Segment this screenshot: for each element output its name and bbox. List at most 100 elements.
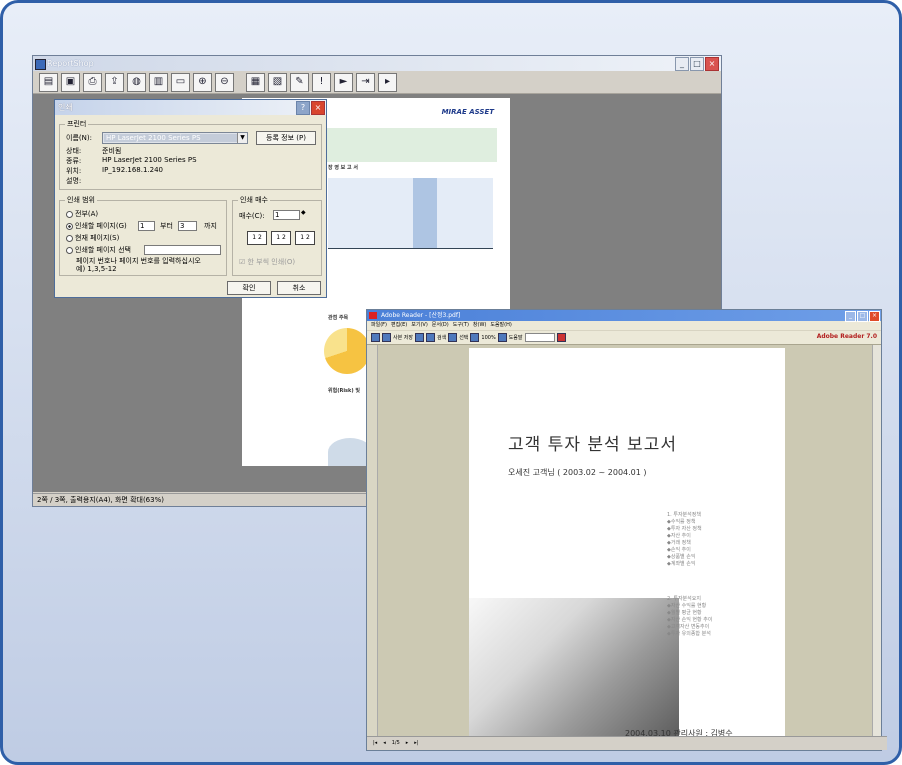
range-select-label: 인쇄할 페이지 선택 — [75, 246, 131, 254]
help-icon[interactable] — [497, 333, 507, 342]
maximize-button[interactable]: □ — [690, 57, 704, 71]
page-setup-icon[interactable]: ▦ — [246, 72, 265, 92]
menu-document[interactable]: 문서(D) — [432, 321, 449, 330]
report-section-title-3: 위험(Risk) 및 — [328, 388, 360, 394]
adobe-brand: Adobe Reader 7.0 — [816, 333, 877, 340]
adobe-minimize-button[interactable]: _ — [845, 311, 856, 322]
print-icon[interactable]: ⎙ — [83, 72, 102, 92]
report-chart — [328, 178, 493, 249]
search-label[interactable]: 검색 — [437, 334, 446, 341]
zoom-out-icon[interactable]: ⊖ — [215, 72, 234, 92]
minimize-button[interactable]: _ — [675, 57, 689, 71]
printer-group: 프린터 이름(N): HP LaserJet 2100 Series PS ▼ … — [59, 119, 322, 190]
cancel-button[interactable]: 취소 — [277, 281, 321, 295]
close-button[interactable]: × — [705, 57, 719, 71]
select-label[interactable]: 선택 — [459, 334, 468, 341]
print-dialog: 인쇄 ? × 프린터 이름(N): HP LaserJet 2100 Serie… — [54, 99, 327, 298]
screenshot-frame: ReportShop _ □ × ▤ ▣ ⎙ ⇪ ◍ ▥ ▭ ⊕ ⊖ ▦ ▧ ✎… — [0, 0, 902, 765]
from-label: 부터 — [160, 222, 173, 230]
help-label[interactable]: 도움말 — [509, 334, 523, 341]
printer-name-label: 이름(N): — [66, 134, 92, 142]
print-range-label: 인쇄 범위 — [65, 195, 97, 205]
copies-group: 인쇄 매수 매수(C): 1 ◆ 1 21 21 2 ☑ 한 부씩 인쇄(O) — [232, 195, 322, 276]
last-page-icon[interactable]: ▸| — [414, 737, 418, 750]
range-select-option[interactable]: 인쇄할 페이지 선택 — [66, 245, 131, 255]
range-all-option[interactable]: 전부(A) — [66, 209, 98, 219]
printer-type-label: 종류: — [66, 157, 82, 165]
printer-group-label: 프린터 — [65, 119, 89, 129]
from-page-input[interactable]: 1 — [138, 221, 155, 231]
chevron-down-icon: ▼ — [237, 133, 247, 143]
export-doc-icon[interactable]: ⇥ — [356, 72, 375, 92]
dialog-close-button[interactable]: × — [311, 101, 325, 115]
printer-icon[interactable]: ▭ — [171, 72, 190, 92]
fit-icon[interactable]: ▧ — [268, 72, 287, 92]
range-current-option[interactable]: 현재 페이지(S) — [66, 233, 119, 243]
adobe-logo-icon — [556, 333, 566, 342]
search-icon[interactable] — [426, 333, 435, 342]
toc2-title: 2. 투자분석요지 — [667, 596, 701, 602]
print-dialog-title: 인쇄 — [58, 103, 73, 112]
page-select-input[interactable] — [144, 245, 221, 255]
menu-window[interactable]: 창(W) — [473, 321, 486, 330]
page-indicator[interactable]: 1/5 — [392, 737, 400, 750]
toc-section-1: 1. 투자분석정책 ◆수익률 정책 ◆투자 자산 정책 ◆자산 추이 ◆거래 정… — [667, 512, 702, 568]
properties-button[interactable]: 등록 정보 (P) — [256, 131, 316, 145]
printer-name-select[interactable]: HP LaserJet 2100 Series PS ▼ — [102, 132, 248, 144]
print-dialog-titlebar[interactable]: 인쇄 ? × — [55, 100, 326, 115]
save-copy-icon[interactable] — [382, 333, 391, 342]
vertical-scrollbar[interactable] — [872, 345, 881, 737]
info-icon[interactable]: ! — [312, 72, 331, 92]
printer-state-label: 상태: — [66, 147, 82, 155]
toc-item: ◆고객자산 변동추이 — [667, 624, 710, 630]
toc-item: ◆상품별 손익 — [667, 554, 696, 560]
copies-input[interactable]: 1 — [273, 210, 300, 220]
reportshop-app-icon — [35, 59, 46, 70]
adobe-titlebar[interactable]: Adobe Reader - [산정3.pdf] _ □ × — [367, 310, 881, 322]
prev-page-icon[interactable]: ◂ — [383, 737, 386, 750]
forward-icon[interactable]: ► — [334, 72, 353, 92]
copies-spinner-icon[interactable]: ◆ — [301, 209, 306, 216]
doc-subtitle: 오세진 고객님 ( 2003.02 ~ 2004.01 ) — [508, 468, 647, 477]
toc1-title: 1. 투자분석정책 — [667, 512, 701, 518]
menu-view[interactable]: 보기(V) — [411, 321, 428, 330]
report-section-title-2: 관점 주목 — [328, 315, 349, 321]
zoom-icon[interactable] — [470, 333, 480, 342]
printer-state-value: 준비됨 — [102, 147, 122, 155]
search-input[interactable] — [524, 333, 555, 342]
adobe-statusbar: |◂ ◂ 1/5 ▸ ▸| — [367, 736, 887, 750]
collate-checkbox[interactable]: ☑ 한 부씩 인쇄(O) — [239, 257, 295, 267]
range-pages-option[interactable]: 인쇄할 페이지(G) — [66, 221, 127, 231]
collate-preview: 1 21 21 2 — [247, 231, 315, 245]
range-all-label: 전부(A) — [75, 210, 99, 218]
preview-icon[interactable]: ▤ — [39, 72, 58, 92]
menu-help[interactable]: 도움말(H) — [490, 321, 511, 330]
zoom-level[interactable]: 100% — [481, 335, 495, 341]
print-icon[interactable] — [415, 333, 424, 342]
zoom-in-icon[interactable]: ⊕ — [193, 72, 212, 92]
to-page-input[interactable]: 3 — [178, 221, 197, 231]
adobe-close-button[interactable]: × — [869, 311, 880, 322]
save-icon[interactable]: ▣ — [61, 72, 80, 92]
web-icon[interactable]: ◍ — [127, 72, 146, 92]
toc-item: ◆수익률 정책 — [667, 519, 696, 525]
toc-item: ◆손익 추이 — [667, 547, 691, 553]
next-page-icon[interactable]: ▸ — [406, 737, 409, 750]
export-icon[interactable]: ⇪ — [105, 72, 124, 92]
open-icon[interactable] — [371, 333, 380, 342]
next-icon[interactable]: ▸ — [378, 72, 397, 92]
help-button[interactable]: ? — [296, 101, 310, 115]
menu-edit[interactable]: 편집(E) — [391, 321, 407, 330]
ok-button[interactable]: 확인 — [227, 281, 271, 295]
tools-icon[interactable]: ✎ — [290, 72, 309, 92]
first-page-icon[interactable]: |◂ — [373, 737, 377, 750]
hand-icon[interactable] — [448, 333, 458, 342]
reportshop-titlebar[interactable]: ReportShop _ □ × — [33, 56, 721, 71]
menu-file[interactable]: 파일(F) — [371, 321, 387, 330]
adobe-maximize-button[interactable]: □ — [857, 311, 868, 322]
menu-tools[interactable]: 도구(T) — [453, 321, 469, 330]
toc-item: ◆투자 자산 정책 — [667, 526, 702, 532]
pdf-icon[interactable]: ▥ — [149, 72, 168, 92]
navigation-panel[interactable] — [367, 345, 378, 737]
save-copy-label[interactable]: 사본 저장 — [393, 334, 413, 341]
